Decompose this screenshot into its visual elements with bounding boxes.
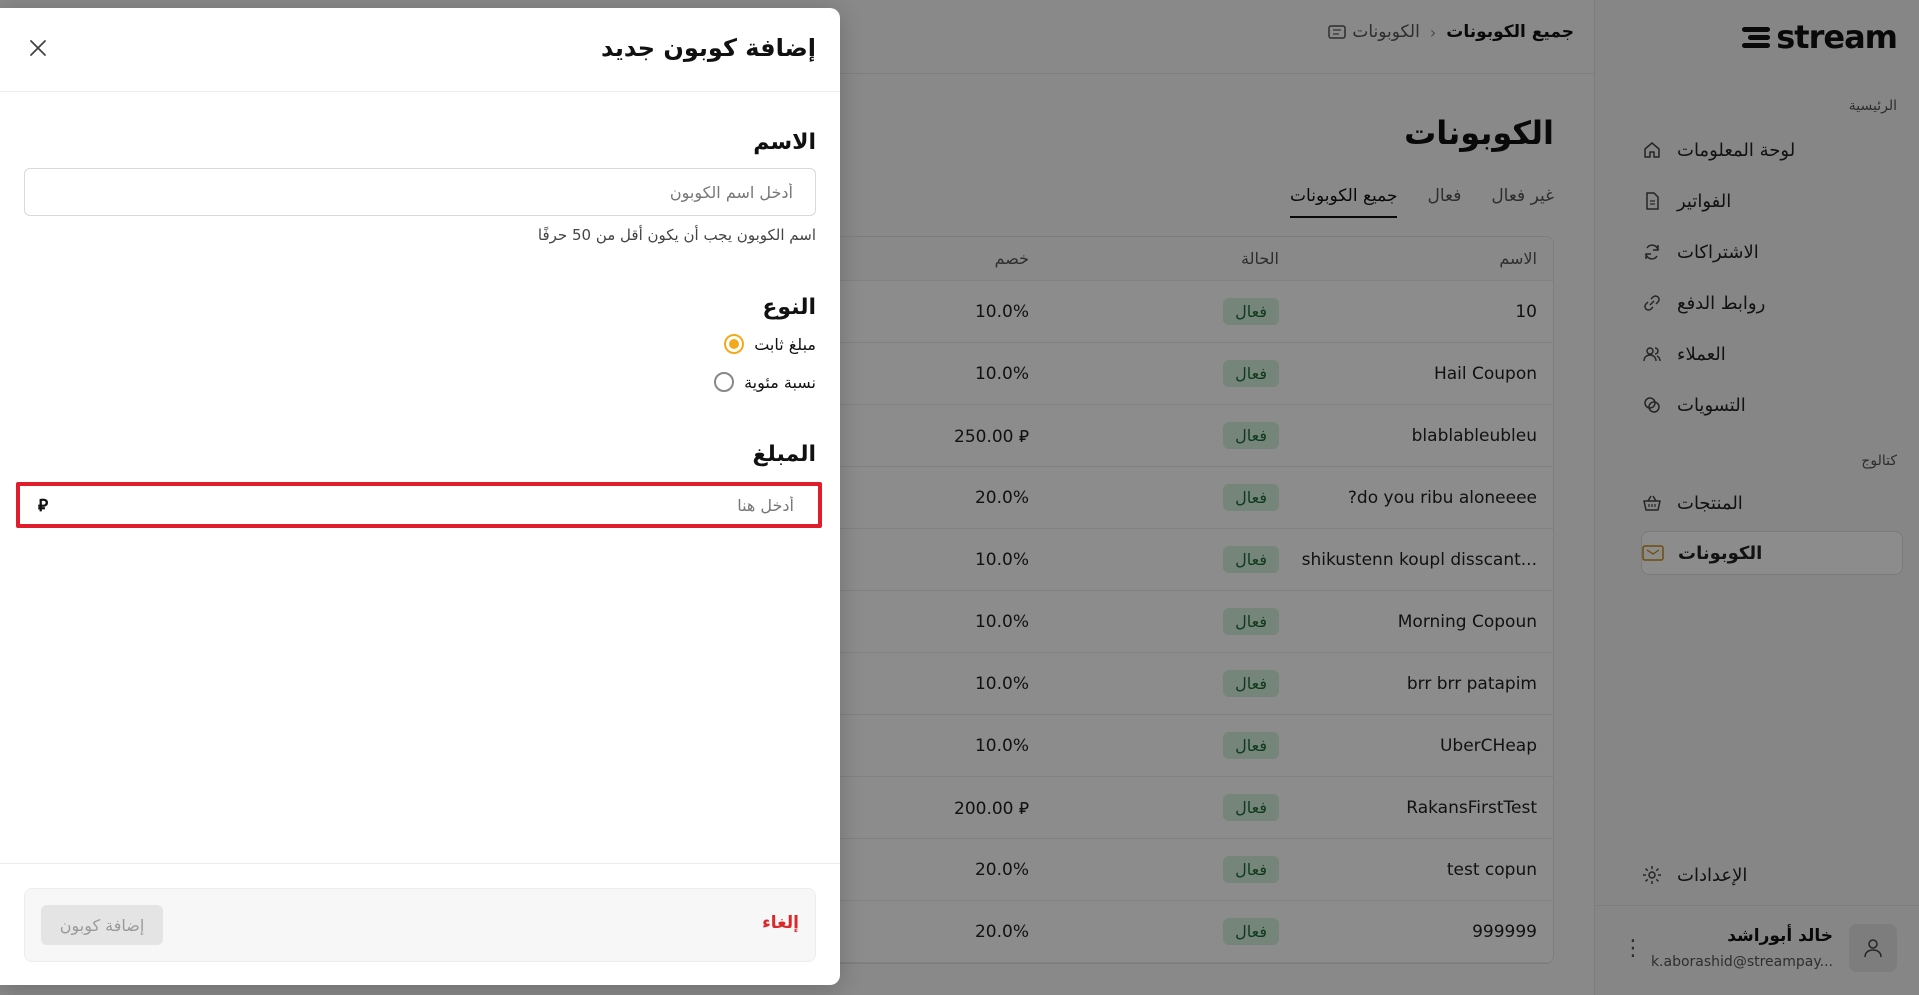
- riyal-currency-icon: ⃁: [38, 496, 49, 516]
- cancel-button[interactable]: إلغاء: [762, 913, 799, 933]
- name-label: الاسم: [753, 130, 816, 155]
- type-option-percentage-label: نسبة مئوية: [744, 372, 816, 392]
- coupon-name-input[interactable]: [24, 168, 816, 216]
- modal-footer: إلغاء إضافة كوبون: [0, 863, 840, 985]
- amount-input[interactable]: [24, 488, 814, 522]
- modal-header: إضافة كوبون جديد: [0, 8, 840, 92]
- type-option-fixed[interactable]: مبلغ ثابت: [724, 334, 816, 354]
- amount-label: المبلغ: [752, 442, 816, 467]
- amount-field-highlight: ⃁: [16, 482, 822, 528]
- type-option-percentage[interactable]: نسبة مئوية: [714, 372, 816, 392]
- modal-title: إضافة كوبون جديد: [601, 34, 816, 62]
- type-label: النوع: [762, 295, 816, 320]
- close-button[interactable]: [24, 34, 52, 62]
- type-option-fixed-label: مبلغ ثابت: [754, 334, 816, 354]
- name-helper-text: اسم الكوبون يجب أن يكون أقل من 50 حرفًا: [537, 226, 816, 244]
- add-coupon-button[interactable]: إضافة كوبون: [41, 905, 163, 945]
- close-icon: [30, 40, 46, 56]
- add-coupon-modal: إضافة كوبون جديد الاسم اسم الكوبون يجب أ…: [0, 8, 840, 985]
- radio-percentage[interactable]: [714, 372, 735, 392]
- footer-actions: إلغاء إضافة كوبون: [24, 888, 816, 962]
- radio-fixed-amount[interactable]: [724, 334, 745, 354]
